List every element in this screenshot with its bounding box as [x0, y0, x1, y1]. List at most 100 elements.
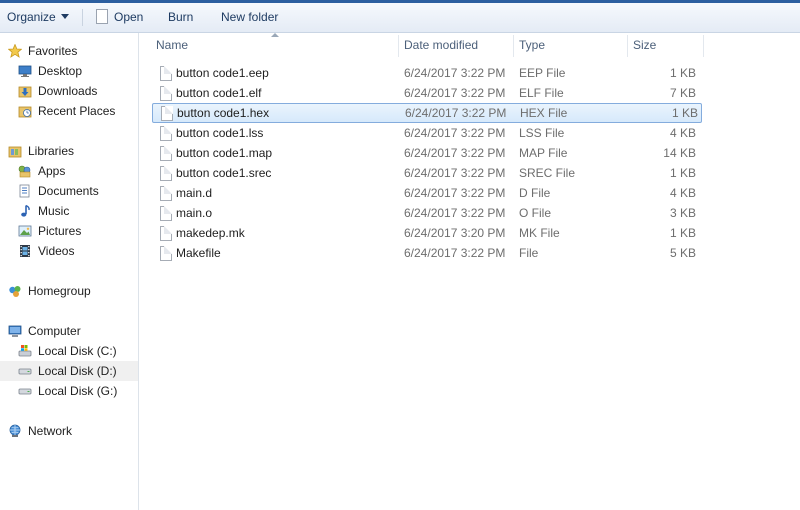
- nav-item-label: Music: [38, 204, 70, 218]
- file-type: SREC File: [519, 166, 576, 180]
- file-size: 5 KB: [669, 246, 696, 260]
- file-type: HEX File: [520, 106, 568, 120]
- nav-item-downloads[interactable]: Downloads: [0, 81, 138, 101]
- organize-label: Organize: [7, 10, 56, 24]
- system-disk-icon: [18, 345, 32, 357]
- file-size: 14 KB: [663, 146, 696, 160]
- computer-icon: [8, 325, 22, 337]
- nav-homegroup[interactable]: Homegroup: [0, 281, 138, 301]
- file-date: 6/24/2017 3:22 PM: [404, 66, 506, 80]
- nav-network[interactable]: Network: [0, 421, 138, 441]
- file-name: button code1.srec: [176, 166, 272, 180]
- file-row[interactable]: button code1.lss 6/24/2017 3:22 PM LSS F…: [152, 123, 700, 143]
- organize-button[interactable]: Organize: [7, 3, 69, 32]
- nav-item-label: Videos: [38, 244, 75, 258]
- file-name: button code1.map: [176, 146, 273, 160]
- star-icon: [8, 44, 22, 58]
- nav-item-label: Pictures: [38, 224, 82, 238]
- file-row[interactable]: button code1.elf 6/24/2017 3:22 PM ELF F…: [152, 83, 700, 103]
- open-button[interactable]: Open: [96, 3, 143, 32]
- file-icon: [160, 86, 172, 101]
- nav-item-label: Local Disk (D:): [38, 364, 117, 378]
- nav-libraries-label: Libraries: [28, 144, 75, 158]
- sort-ascending-icon: [271, 33, 279, 37]
- file-type: ELF File: [519, 86, 564, 100]
- file-date: 6/24/2017 3:22 PM: [404, 186, 506, 200]
- nav-item-local-disk-c[interactable]: Local Disk (C:): [0, 341, 138, 361]
- nav-computer[interactable]: Computer: [0, 321, 138, 341]
- hard-disk-icon: [18, 388, 32, 395]
- file-date: 6/24/2017 3:22 PM: [404, 246, 506, 260]
- file-size: 3 KB: [669, 206, 696, 220]
- nav-item-apps[interactable]: Apps: [0, 161, 138, 181]
- file-icon: [160, 186, 172, 201]
- file-icon: [160, 146, 172, 161]
- nav-item-local-disk-d[interactable]: Local Disk (D:): [0, 361, 138, 381]
- nav-item-label: Downloads: [38, 84, 98, 98]
- nav-favorites[interactable]: Favorites: [0, 41, 138, 61]
- file-type: EEP File: [519, 66, 566, 80]
- new-folder-label: New folder: [221, 10, 279, 24]
- file-name: makedep.mk: [176, 226, 245, 240]
- navigation-pane: Favorites Desktop Downloads Recent Place…: [0, 33, 139, 510]
- file-size: 1 KB: [669, 166, 696, 180]
- file-row[interactable]: button code1.srec 6/24/2017 3:22 PM SREC…: [152, 163, 700, 183]
- file-row[interactable]: makedep.mk 6/24/2017 3:20 PM MK File 1 K…: [152, 223, 700, 243]
- nav-item-music[interactable]: Music: [0, 201, 138, 221]
- column-header-date-modified[interactable]: Date modified: [404, 33, 478, 57]
- column-divider[interactable]: [627, 35, 628, 57]
- file-icon: [160, 226, 172, 241]
- column-divider[interactable]: [703, 35, 704, 57]
- nav-item-label: Desktop: [38, 64, 83, 78]
- file-name: button code1.lss: [176, 126, 264, 140]
- nav-item-local-disk-g[interactable]: Local Disk (G:): [0, 381, 138, 401]
- burn-label: Burn: [168, 10, 194, 24]
- file-row[interactable]: Makefile 6/24/2017 3:22 PM File 5 KB: [152, 243, 700, 263]
- file-icon: [96, 9, 108, 24]
- file-date: 6/24/2017 3:22 PM: [404, 126, 506, 140]
- column-divider[interactable]: [513, 35, 514, 57]
- file-date: 6/24/2017 3:22 PM: [404, 166, 506, 180]
- open-label: Open: [114, 10, 144, 24]
- nav-item-videos[interactable]: Videos: [0, 241, 138, 261]
- new-folder-button[interactable]: New folder: [221, 3, 278, 32]
- file-type: D File: [519, 186, 551, 200]
- nav-homegroup-label: Homegroup: [28, 284, 91, 298]
- nav-item-documents[interactable]: Documents: [0, 181, 138, 201]
- file-name: Makefile: [176, 246, 221, 260]
- file-row[interactable]: button code1.map 6/24/2017 3:22 PM MAP F…: [152, 143, 700, 163]
- file-size: 1 KB: [671, 106, 698, 120]
- column-header-name[interactable]: Name: [156, 33, 188, 57]
- downloads-folder-icon: [18, 86, 32, 98]
- homegroup-icon: [9, 286, 21, 297]
- burn-button[interactable]: Burn: [168, 3, 193, 32]
- nav-item-pictures[interactable]: Pictures: [0, 221, 138, 241]
- file-size: 4 KB: [669, 186, 696, 200]
- nav-network-label: Network: [28, 424, 73, 438]
- file-row[interactable]: button code1.eep 6/24/2017 3:22 PM EEP F…: [152, 63, 700, 83]
- file-row[interactable]: main.o 6/24/2017 3:22 PM O File 3 KB: [152, 203, 700, 223]
- file-size: 1 KB: [669, 66, 696, 80]
- nav-favorites-label: Favorites: [28, 44, 78, 58]
- column-divider[interactable]: [398, 35, 399, 57]
- file-name: button code1.eep: [176, 66, 269, 80]
- file-date: 6/24/2017 3:20 PM: [404, 226, 506, 240]
- apps-icon: [18, 165, 31, 178]
- chevron-down-icon: [60, 14, 69, 19]
- nav-libraries[interactable]: Libraries: [0, 141, 138, 161]
- nav-computer-label: Computer: [28, 324, 81, 338]
- nav-item-desktop[interactable]: Desktop: [0, 61, 138, 81]
- pictures-icon: [18, 225, 32, 237]
- column-header-type[interactable]: Type: [519, 33, 545, 57]
- network-icon: [9, 424, 21, 437]
- file-row-selected[interactable]: button code1.hex 6/24/2017 3:22 PM HEX F…: [152, 103, 702, 123]
- column-header-size[interactable]: Size: [633, 33, 656, 57]
- file-size: 7 KB: [669, 86, 696, 100]
- file-date: 6/24/2017 3:22 PM: [405, 106, 507, 120]
- file-icon: [161, 106, 173, 121]
- file-icon: [160, 206, 172, 221]
- nav-item-recent-places[interactable]: Recent Places: [0, 101, 138, 121]
- nav-item-label: Local Disk (C:): [38, 344, 117, 358]
- file-row[interactable]: main.d 6/24/2017 3:22 PM D File 4 KB: [152, 183, 700, 203]
- file-date: 6/24/2017 3:22 PM: [404, 146, 506, 160]
